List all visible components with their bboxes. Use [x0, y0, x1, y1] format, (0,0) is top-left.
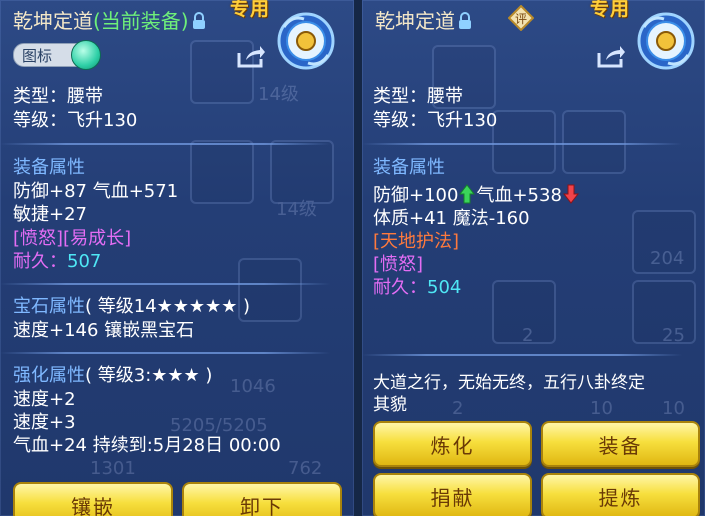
gem-attr-header: 宝石属性: [13, 296, 85, 317]
bg-count-text: 25: [662, 325, 685, 346]
lock-icon: [458, 11, 472, 35]
item-level: 等级：飞升130: [13, 110, 138, 131]
bg-stat-text: 1301: [90, 458, 136, 479]
refine-button[interactable]: 炼化: [373, 421, 532, 467]
special-tags: [愤怒][易成长]: [13, 228, 132, 249]
attr-def: 防御+100: [373, 185, 459, 206]
bg-count-text: 204: [650, 248, 685, 269]
special-tag: [愤怒]: [373, 254, 424, 275]
inlay-button[interactable]: 镶嵌: [13, 482, 173, 516]
item-title: 乾坤定道: [375, 5, 472, 35]
compare-item-tooltip: 204 2 25 2 10 10 乾坤定道 评 专用 类型：腰带 等级：飞升13…: [362, 0, 705, 516]
exclusive-tag: 专用: [230, 0, 271, 20]
belt-item-icon: [276, 11, 336, 71]
bg-stat-text: 5205/5205: [170, 415, 268, 436]
icon-toggle[interactable]: 图标: [13, 40, 101, 70]
attr-line: 体质+41 魔法-160: [373, 208, 530, 229]
gem-attr-line: 速度+146 镶嵌黑宝石: [13, 320, 195, 341]
lock-icon: [192, 11, 206, 35]
arrow-down-icon: [562, 184, 579, 210]
bg-count-text: 10: [662, 398, 685, 419]
current-equipment-tooltip: 14级 14级 5205/5205 1301 762 1046 乾坤定道(当前装…: [0, 0, 354, 516]
bg-count-text: 2: [522, 325, 534, 346]
section-divider: [362, 354, 682, 356]
item-description: 大道之行，无始无终，五行八卦终定: [373, 373, 645, 393]
equip-button[interactable]: 装备: [541, 421, 700, 467]
enhance-line: 速度+2: [13, 389, 76, 410]
enhance-attr-row: 强化属性( 等级3:★★★ ): [13, 365, 212, 387]
rating-icon[interactable]: 评: [507, 4, 535, 32]
bg-count-text: 10: [590, 398, 613, 419]
bg-stat-text: 1046: [230, 376, 276, 397]
toggle-label: 图标: [22, 47, 53, 65]
equip-attr-header: 装备属性: [13, 157, 85, 178]
gem-attr-row: 宝石属性( 等级14★★★★★ ): [13, 296, 250, 318]
enhance-attr-header: 强化属性: [13, 365, 85, 386]
enhance-line: 速度+3: [13, 412, 76, 433]
item-name: 乾坤定道: [13, 9, 93, 33]
bg-count-text: 2: [452, 398, 464, 419]
equip-attr-header: 装备属性: [373, 157, 445, 178]
donate-button[interactable]: 捐献: [373, 473, 532, 516]
durability-value: 507: [67, 251, 102, 272]
section-divider: [0, 143, 330, 145]
durability: 耐久：507: [13, 251, 101, 273]
enhance-line: 气血+24 持续到:5月28日 00:00: [13, 435, 281, 456]
gem-level: ( 等级14★★★★★ ): [85, 296, 251, 317]
share-icon[interactable]: [596, 43, 626, 73]
section-divider: [362, 143, 682, 145]
panel-gap: [354, 0, 362, 516]
rating-glyph: 评: [514, 11, 527, 26]
bg-level-text: 14级: [276, 199, 317, 220]
durability-value: 504: [427, 277, 462, 298]
attr-hp: 气血+538: [476, 185, 562, 206]
item-name: 乾坤定道: [375, 9, 455, 33]
section-divider: [0, 352, 330, 354]
item-type: 类型：腰带: [373, 86, 463, 107]
extract-button[interactable]: 提炼: [541, 473, 700, 516]
section-divider: [0, 283, 330, 285]
bg-stat-text: 762: [288, 458, 323, 479]
attr-line-compare: 防御+100 气血+538: [373, 184, 580, 210]
attr-line: 敏捷+27: [13, 204, 87, 225]
durability-label: 耐久：: [13, 251, 67, 272]
item-level: 等级：飞升130: [373, 110, 498, 131]
special-tag: [天地护法]: [373, 231, 460, 252]
item-description-cont: 其貌: [373, 395, 407, 415]
durability: 耐久：504: [373, 277, 461, 299]
exclusive-tag: 专用: [590, 0, 631, 20]
durability-label: 耐久：: [373, 277, 427, 298]
belt-item-icon: [636, 11, 696, 71]
share-icon[interactable]: [236, 43, 266, 73]
item-type: 类型：腰带: [13, 86, 103, 107]
toggle-knob[interactable]: [71, 40, 101, 70]
enhance-level: ( 等级3:★★★ ): [85, 365, 213, 386]
unequip-button[interactable]: 卸下: [182, 482, 342, 516]
attr-line: 防御+87 气血+571: [13, 181, 179, 202]
arrow-up-icon: [459, 184, 476, 210]
equipped-status: (当前装备): [93, 9, 189, 33]
item-title: 乾坤定道(当前装备): [13, 5, 206, 35]
bg-level-text: 14级: [258, 84, 299, 105]
